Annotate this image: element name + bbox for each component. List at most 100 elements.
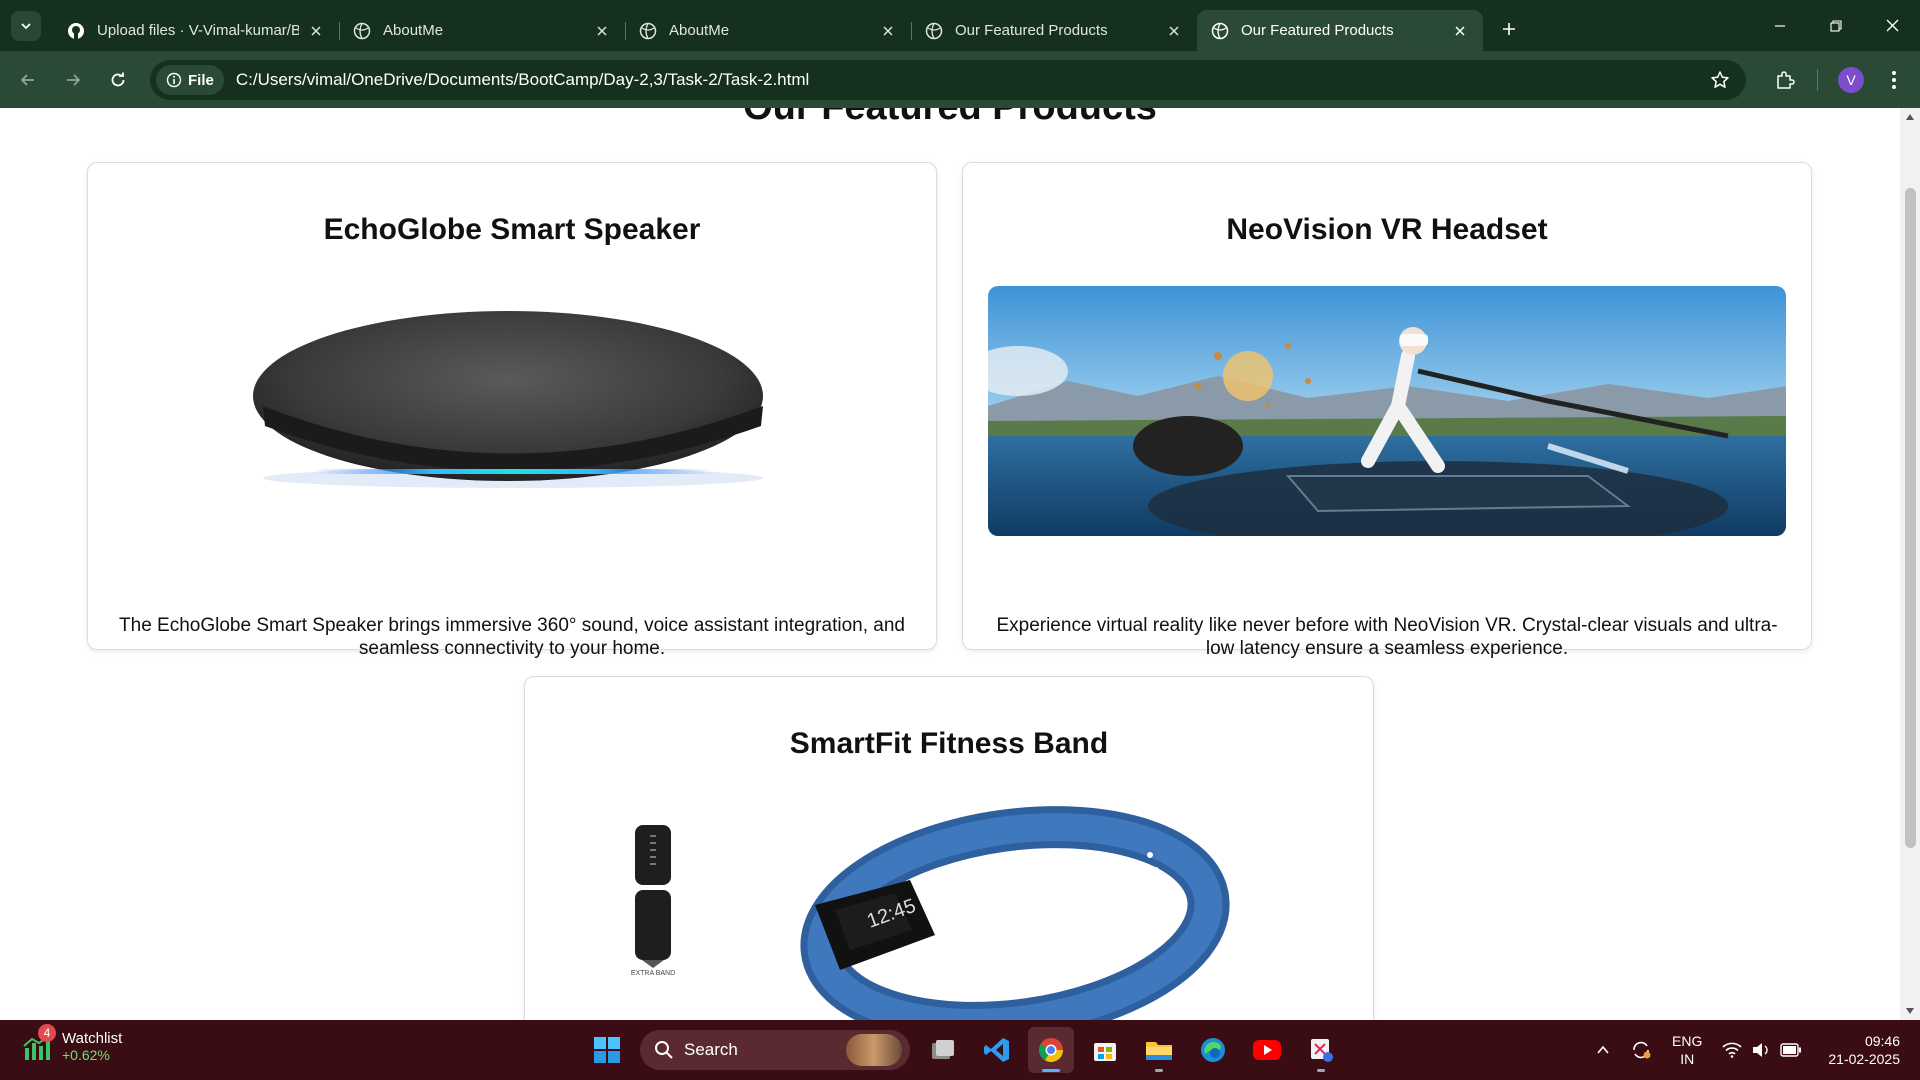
page-title: Our Featured Products: [0, 108, 1900, 129]
product-name: EchoGlobe Smart Speaker: [323, 213, 701, 246]
tab-aboutme-1[interactable]: AboutMe: [339, 10, 625, 51]
tab-title: Our Featured Products: [955, 22, 1108, 39]
taskbar-snipping-tool[interactable]: [1298, 1027, 1344, 1073]
scroll-up-icon[interactable]: [1905, 112, 1915, 122]
back-button[interactable]: [10, 62, 46, 98]
network-status[interactable]: [1722, 1042, 1742, 1058]
vr-headset-image: [988, 286, 1786, 536]
edge-icon: [1201, 1038, 1225, 1062]
profile-avatar[interactable]: V: [1838, 66, 1864, 93]
star-icon: [1711, 71, 1729, 88]
browser-toolbar: File C:/Users/vimal/OneDrive/Documents/B…: [0, 51, 1920, 108]
notification-badge: 4: [38, 1024, 56, 1042]
url-text[interactable]: C:/Users/vimal/OneDrive/Documents/BootCa…: [236, 70, 809, 90]
taskbar-store[interactable]: [1082, 1027, 1128, 1073]
close-icon[interactable]: [1451, 22, 1469, 40]
sync-status-button[interactable]: [1630, 1039, 1652, 1061]
windows-taskbar: 4 Watchlist +0.62% Search ENG IN 09:46 2…: [0, 1020, 1920, 1080]
arrow-right-icon: [67, 73, 81, 86]
search-icon: [655, 1041, 673, 1059]
toolbar-divider: [1817, 68, 1818, 91]
close-icon[interactable]: [879, 22, 897, 40]
github-icon: [67, 22, 85, 40]
clock-time: 09:46: [1864, 1033, 1900, 1049]
minimize-button[interactable]: [1752, 0, 1808, 51]
youtube-icon: [1253, 1040, 1281, 1060]
window-controls: [1752, 0, 1920, 51]
tab-featured-products-1[interactable]: Our Featured Products: [911, 10, 1197, 51]
tab-aboutme-2[interactable]: AboutMe: [625, 10, 911, 51]
vscode-icon: [984, 1038, 1009, 1062]
browser-menu-button[interactable]: [1882, 62, 1906, 98]
address-bar[interactable]: File C:/Users/vimal/OneDrive/Documents/B…: [150, 60, 1746, 100]
taskbar-chrome[interactable]: [1028, 1027, 1074, 1073]
minimize-icon: [1775, 24, 1785, 27]
running-indicator: [1317, 1069, 1325, 1072]
taskbar-youtube[interactable]: [1244, 1027, 1290, 1073]
watchlist-widget[interactable]: 4 Watchlist +0.62%: [22, 1024, 122, 1063]
reload-icon: [111, 72, 125, 86]
chevron-up-icon: [1597, 1045, 1609, 1054]
tab-strip: Upload files · V-Vimal-kumar/B AboutMe A…: [0, 0, 1920, 51]
globe-icon: [353, 22, 371, 40]
windows-logo-icon: [594, 1037, 620, 1063]
toolbar-right: V: [1767, 51, 1920, 108]
taskbar-vscode[interactable]: [974, 1027, 1020, 1073]
show-hidden-icons-button[interactable]: [1596, 1043, 1610, 1057]
reload-button[interactable]: [100, 62, 136, 98]
close-icon[interactable]: [1165, 22, 1183, 40]
battery-icon: [1780, 1043, 1802, 1057]
tab-featured-products-active[interactable]: Our Featured Products: [1197, 10, 1483, 51]
search-placeholder: Search: [684, 1040, 738, 1059]
product-card-neovision: NeoVision VR Headset Experience virtual …: [962, 162, 1812, 659]
new-tab-button[interactable]: [1491, 11, 1527, 47]
store-icon: [1094, 1043, 1116, 1061]
start-button[interactable]: [584, 1027, 630, 1073]
running-indicator: [1155, 1069, 1163, 1072]
scroll-down-icon[interactable]: [1905, 1006, 1915, 1016]
snipping-tool-icon: [1311, 1039, 1333, 1062]
restore-button[interactable]: [1808, 0, 1864, 51]
plus-icon: [1503, 22, 1515, 35]
page-scrollbar[interactable]: [1900, 108, 1920, 1020]
tab-title: Our Featured Products: [1241, 22, 1394, 39]
product-name: SmartFit Fitness Band: [789, 727, 1109, 760]
close-icon: [1886, 19, 1898, 32]
taskbar-search[interactable]: Search: [640, 1030, 910, 1070]
extensions-button[interactable]: [1767, 62, 1803, 98]
product-name: NeoVision VR Headset: [1226, 213, 1548, 246]
input-language[interactable]: ENG IN: [1672, 1032, 1702, 1068]
info-icon: [166, 72, 182, 88]
battery-status[interactable]: [1780, 1043, 1802, 1057]
bookmark-star-button[interactable]: [1708, 68, 1732, 92]
clock-date: 21-02-2025: [1828, 1051, 1900, 1067]
site-info-chip[interactable]: File: [156, 65, 224, 95]
restore-icon: [1830, 19, 1842, 32]
product-card-echoglobe: EchoGlobe Smart Speaker The EchoGlobe Sm…: [87, 162, 937, 659]
page-viewport: Our Featured Products EchoGlobe Smart Sp…: [0, 108, 1920, 1020]
tab-upload-files[interactable]: Upload files · V-Vimal-kumar/B: [53, 10, 339, 51]
tab-title: AboutMe: [383, 22, 444, 39]
more-vertical-icon: [1892, 70, 1896, 89]
tab-search-button[interactable]: [11, 10, 41, 41]
close-icon[interactable]: [307, 22, 325, 40]
taskbar-file-explorer[interactable]: [1136, 1027, 1182, 1073]
puzzle-icon: [1777, 70, 1795, 89]
sync-icon: [1633, 1041, 1651, 1059]
system-clock[interactable]: 09:46 21-02-2025: [1828, 1032, 1900, 1068]
folder-icon: [1146, 1042, 1172, 1060]
close-icon[interactable]: [593, 22, 611, 40]
tab-title: AboutMe: [669, 22, 730, 39]
scrollbar-thumb[interactable]: [1905, 188, 1916, 848]
volume-control[interactable]: [1752, 1042, 1770, 1058]
forward-button[interactable]: [55, 62, 91, 98]
band-label: EXTRA BAND: [631, 970, 675, 977]
close-window-button[interactable]: [1864, 0, 1920, 51]
chevron-down-icon: [21, 22, 31, 29]
task-view-button[interactable]: [920, 1027, 966, 1073]
widget-text: Watchlist +0.62%: [62, 1030, 122, 1063]
running-indicator: [1042, 1069, 1060, 1072]
widget-title: Watchlist: [62, 1030, 123, 1047]
widget-change: +0.62%: [62, 1047, 110, 1063]
taskbar-edge[interactable]: [1190, 1027, 1236, 1073]
